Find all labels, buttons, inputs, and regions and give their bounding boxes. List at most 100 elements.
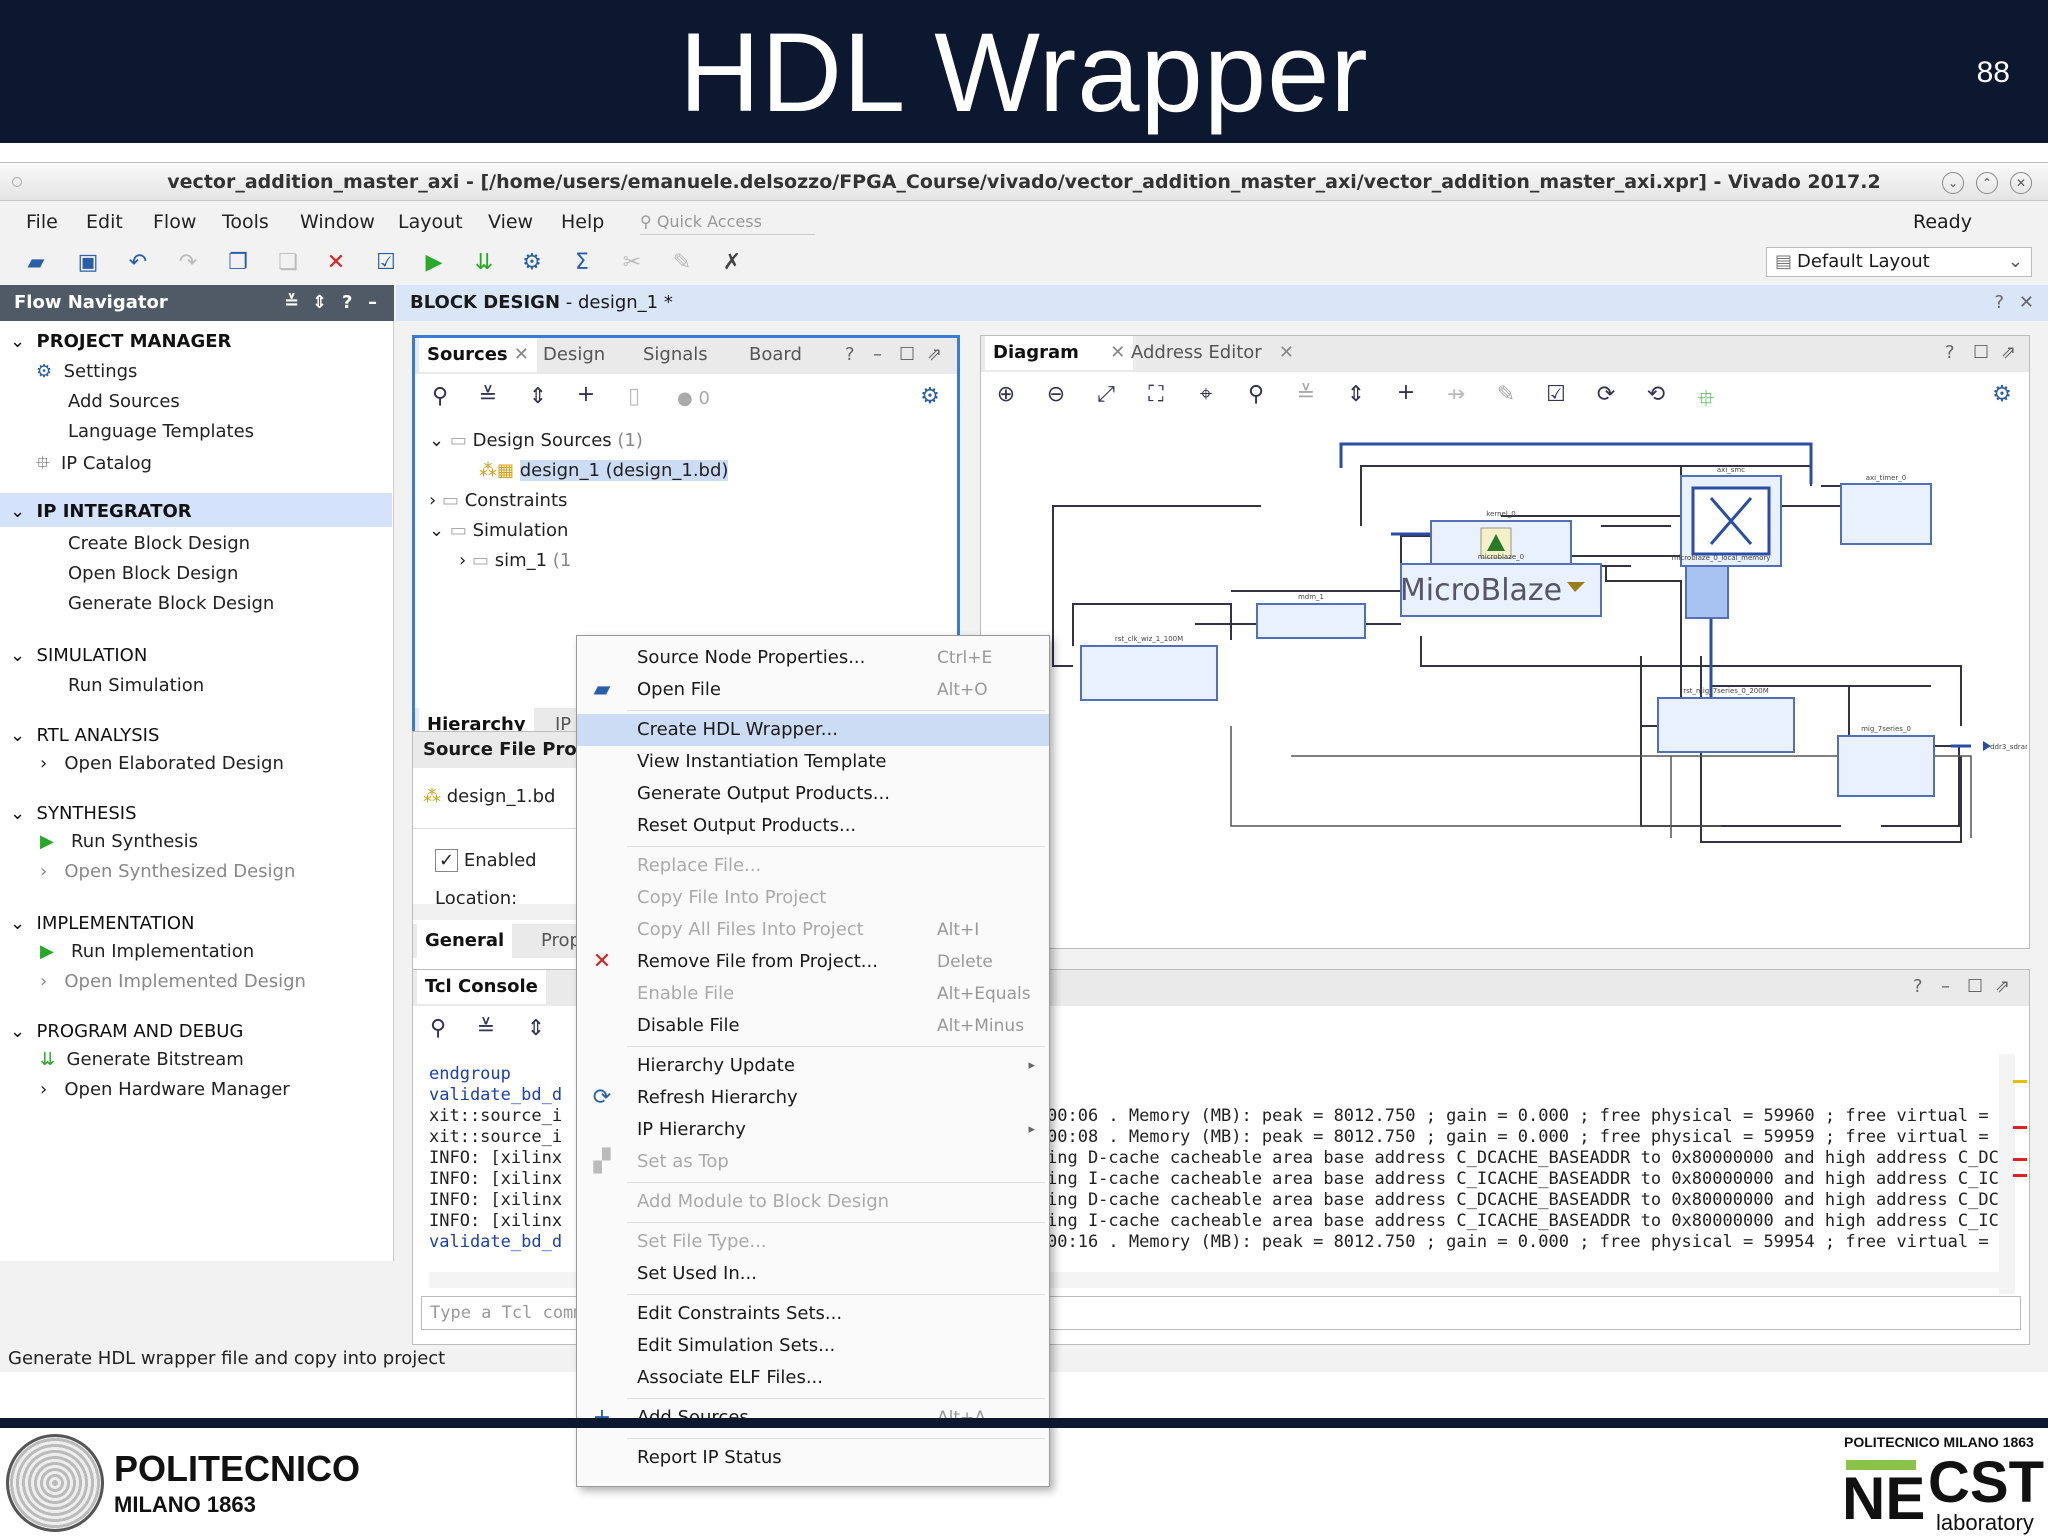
validate-icon[interactable]: ☑ [1541, 382, 1571, 407]
expand-all-icon[interactable]: ⇕ [521, 1016, 551, 1041]
tree-sim-1[interactable]: › ▭ sim_1 (1 [459, 550, 571, 571]
nav-create-block-design[interactable]: Create Block Design [68, 533, 250, 554]
block-diagram-canvas[interactable]: kernel_0 axi_smc axi_timer_0 microblaze_… [981, 426, 2027, 946]
section-ip-integrator[interactable]: ⌄ IP INTEGRATOR [10, 501, 192, 522]
nav-ip-catalog[interactable]: ⯐ IP Catalog [36, 451, 152, 481]
expand-all-icon[interactable]: ⇕ [1341, 382, 1371, 407]
cancel-tool-icon[interactable]: ✗ [718, 249, 746, 277]
menu-remove-file[interactable]: ✕ Remove File from Project... Delete [577, 946, 1049, 978]
minimize-icon[interactable]: ⌄ [1942, 172, 1964, 194]
nav-language-templates[interactable]: Language Templates [68, 421, 254, 442]
close-window-icon[interactable]: ✕ [2010, 172, 2032, 194]
menu-copy-all-files[interactable]: Copy All Files Into Project Alt+I [577, 914, 1049, 946]
nav-run-implementation[interactable]: ▶ Run Implementation [40, 941, 254, 962]
nav-generate-bitstream[interactable]: ⇊ Generate Bitstream [40, 1049, 244, 1070]
delete-icon[interactable]: ✕ [322, 249, 350, 277]
maximize-panel-icon[interactable]: ☐ [1973, 342, 1989, 363]
help-icon[interactable]: ? [342, 285, 352, 321]
search-icon[interactable]: ⚲ [1241, 382, 1271, 407]
section-synthesis[interactable]: ⌄ SYNTHESIS [10, 803, 137, 824]
properties-icon[interactable]: ▯ [619, 384, 649, 409]
help-icon[interactable]: ? [1913, 976, 1923, 997]
search-icon[interactable]: ⚲ [423, 1016, 453, 1041]
edit-icon[interactable]: ✎ [668, 249, 696, 277]
ip-icon[interactable]: ⯐ [1691, 382, 1721, 420]
nav-settings[interactable]: ⚙ Settings [36, 361, 137, 382]
enabled-checkbox[interactable]: ✓ Enabled [435, 849, 537, 872]
menu-copy-file-into-project[interactable]: Copy File Into Project [577, 882, 1049, 914]
tab-sources[interactable]: Sources ✕ [419, 338, 537, 372]
menu-set-used-in[interactable]: Set Used In... [577, 1258, 1049, 1290]
menu-set-as-top[interactable]: ▞ Set as Top [577, 1146, 1049, 1178]
menu-edit-constraints-sets[interactable]: Edit Constraints Sets... [577, 1298, 1049, 1330]
refresh-icon[interactable]: ⟳ [1591, 382, 1621, 407]
help-icon[interactable]: ? [1994, 285, 2004, 321]
menu-create-hdl-wrapper[interactable]: Create HDL Wrapper... [577, 714, 1049, 746]
window-menu-icon[interactable] [12, 177, 22, 187]
section-project-manager[interactable]: ⌄ PROJECT MANAGER [10, 331, 231, 352]
copy-icon[interactable]: ❐ [224, 249, 252, 277]
checklist-icon[interactable]: ☑ [372, 249, 400, 277]
menu-disable-file[interactable]: Disable File Alt+Minus [577, 1010, 1049, 1042]
menu-view-instantiation-template[interactable]: View Instantiation Template [577, 746, 1049, 778]
zoom-in-icon[interactable]: ⊕ [991, 382, 1021, 407]
section-simulation[interactable]: ⌄ SIMULATION [10, 645, 147, 666]
center-icon[interactable]: ⌖ [1191, 382, 1221, 407]
nav-open-block-design[interactable]: Open Block Design [68, 563, 238, 584]
save-icon[interactable]: ▣ [74, 249, 102, 277]
menu-view[interactable]: View [488, 211, 533, 233]
menu-report-ip-status[interactable]: Report IP Status [577, 1442, 1049, 1474]
menu-file[interactable]: File [26, 211, 58, 233]
collapse-all-icon[interactable]: ≚ [1291, 382, 1321, 407]
nav-open-synthesized-design[interactable]: › Open Synthesized Design [40, 861, 295, 882]
tab-board[interactable]: Board [741, 338, 810, 372]
tree-design-sources[interactable]: ⌄ ▭ Design Sources (1) [429, 430, 643, 451]
quick-access-input[interactable]: ⚲ Quick Access [640, 211, 815, 235]
section-rtl-analysis[interactable]: ⌄ RTL ANALYSIS [10, 725, 159, 746]
gear-icon[interactable]: ⚙ [1987, 382, 2017, 407]
zoom-out-icon[interactable]: ⊖ [1041, 382, 1071, 407]
add-ip-icon[interactable]: + [1391, 380, 1421, 405]
menu-tools[interactable]: Tools [222, 211, 269, 233]
tab-signals[interactable]: Signals [635, 338, 716, 372]
open-project-icon[interactable]: ▰ [22, 249, 50, 277]
expand-icon[interactable]: ⇕ [312, 285, 327, 321]
nav-add-sources[interactable]: Add Sources [68, 391, 180, 412]
tree-design-1[interactable]: ⁂▦ design_1 (design_1.bd) [479, 460, 729, 481]
section-implementation[interactable]: ⌄ IMPLEMENTATION [10, 913, 194, 934]
menu-open-file[interactable]: ▰ Open File Alt+O [577, 674, 1049, 706]
menu-source-node-properties[interactable]: Source Node Properties... Ctrl+E [577, 642, 1049, 674]
tree-constraints[interactable]: › ▭ Constraints [429, 490, 567, 511]
maximize-icon[interactable]: ⌃ [1976, 172, 1998, 194]
tab-tcl-console[interactable]: Tcl Console [417, 970, 546, 1004]
collapse-all-icon[interactable]: ≚ [284, 285, 299, 321]
maximize-panel-icon[interactable]: ☐ [899, 344, 915, 365]
menu-help[interactable]: Help [561, 211, 604, 233]
menu-generate-output-products[interactable]: Generate Output Products... [577, 778, 1049, 810]
nav-open-implemented-design[interactable]: › Open Implemented Design [40, 971, 306, 992]
float-panel-icon[interactable]: ⇗ [2001, 342, 2016, 363]
tab-design[interactable]: Design [535, 338, 613, 372]
help-icon[interactable]: ? [1945, 342, 1955, 363]
menu-hierarchy-update[interactable]: Hierarchy Update ▸ [577, 1050, 1049, 1082]
add-icon[interactable]: + [571, 382, 601, 407]
menu-ip-hierarchy[interactable]: IP Hierarchy ▸ [577, 1114, 1049, 1146]
nav-open-hardware-manager[interactable]: › Open Hardware Manager [40, 1079, 290, 1100]
tree-simulation[interactable]: ⌄ ▭ Simulation [429, 520, 568, 541]
nav-generate-block-design[interactable]: Generate Block Design [68, 593, 274, 614]
menu-enable-file[interactable]: Enable File Alt+Equals [577, 978, 1049, 1010]
float-panel-icon[interactable]: ⇗ [927, 344, 942, 365]
help-icon[interactable]: ? [845, 344, 855, 365]
collapse-all-icon[interactable]: ≚ [473, 384, 503, 409]
minimize-panel-icon[interactable]: – [368, 285, 377, 321]
nav-run-simulation[interactable]: Run Simulation [68, 675, 204, 696]
run-icon[interactable]: ▶ [420, 249, 448, 277]
tab-address-editor[interactable]: Address Editor ✕ [1123, 336, 1302, 370]
wrench-icon[interactable]: ✎ [1491, 382, 1521, 407]
collapse-all-icon[interactable]: ≚ [471, 1016, 501, 1041]
float-panel-icon[interactable]: ⇗ [1995, 976, 2010, 997]
menu-window[interactable]: Window [300, 211, 375, 233]
layout-select[interactable]: ▤ Default Layout ⌄ [1766, 247, 2032, 277]
nav-open-elaborated-design[interactable]: › Open Elaborated Design [40, 753, 284, 774]
menu-reset-output-products[interactable]: Reset Output Products... [577, 810, 1049, 842]
